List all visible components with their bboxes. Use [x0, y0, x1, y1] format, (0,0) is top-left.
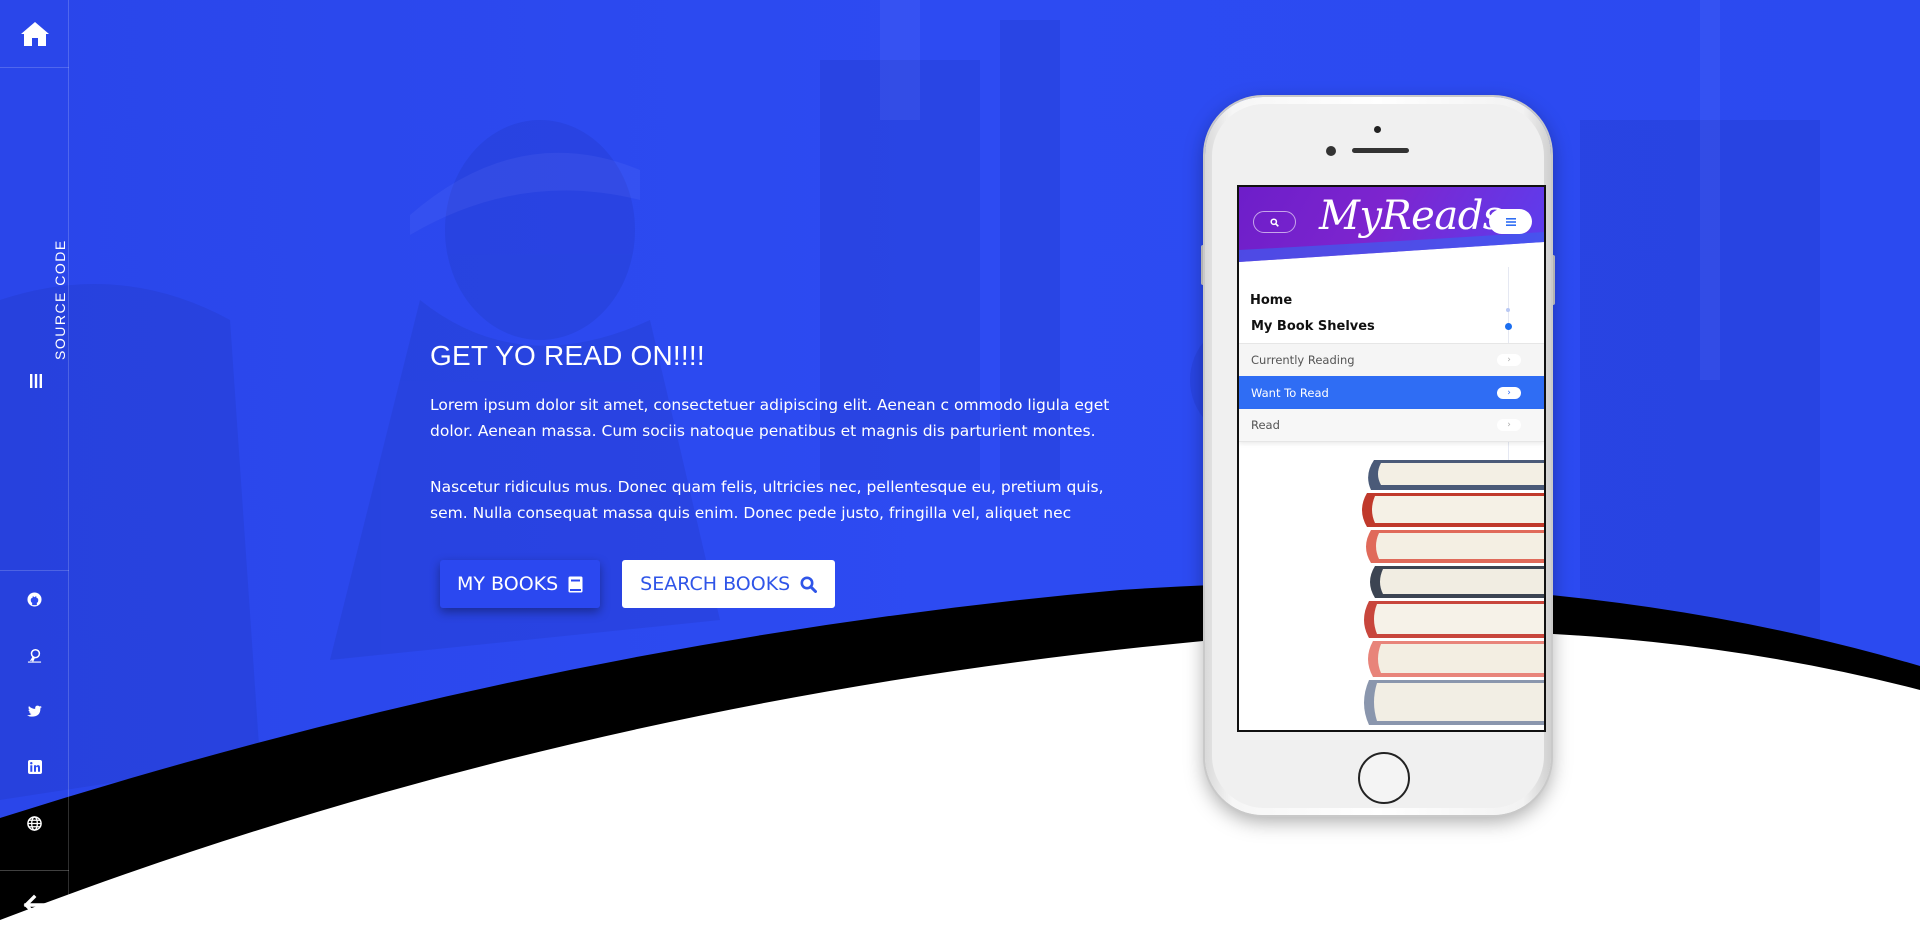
phone-home-button[interactable] — [1358, 752, 1410, 804]
book-icon — [568, 576, 583, 593]
phone-screen: MyReads Home My Book Shelves Currently R… — [1237, 185, 1546, 732]
linkedin-icon — [27, 760, 42, 774]
home-button[interactable] — [0, 0, 69, 68]
my-books-button[interactable]: MY BOOKS — [440, 560, 601, 608]
menu-icon — [1505, 217, 1516, 226]
app-nav-home[interactable]: Home — [1250, 293, 1292, 308]
app-header: MyReads — [1239, 187, 1544, 272]
source-code-label: SOURCE CODE — [52, 239, 68, 360]
back-button[interactable] — [0, 870, 69, 938]
app-logo: MyReads — [1319, 193, 1503, 239]
search-books-label: SEARCH BOOKS — [640, 573, 791, 595]
codepen-link[interactable] — [0, 627, 69, 683]
source-code-link[interactable]: SOURCE CODE — [16, 239, 68, 390]
website-link[interactable] — [0, 795, 69, 851]
phone-front-camera — [1326, 146, 1336, 156]
shelf-item-want-to-read[interactable]: Want To Read › — [1239, 376, 1544, 409]
my-books-label: MY BOOKS — [457, 573, 559, 595]
home-icon — [20, 21, 49, 46]
twitter-icon — [27, 705, 42, 717]
shelf-item-label: Read — [1251, 418, 1280, 432]
shelf-item-label: Want To Read — [1251, 385, 1329, 400]
hero-content: GET YO READ ON!!!! Lorem ipsum dolor sit… — [430, 340, 1110, 608]
app-menu-button[interactable] — [1489, 209, 1532, 234]
hero-buttons: MY BOOKS SEARCH BOOKS — [440, 560, 836, 608]
phone-camera — [1374, 126, 1381, 133]
phone-mockup: MyReads Home My Book Shelves Currently R… — [1193, 95, 1568, 825]
twitter-link[interactable] — [0, 683, 69, 739]
linkedin-link[interactable] — [0, 739, 69, 795]
search-icon — [800, 576, 818, 593]
shelf-item-currently-reading[interactable]: Currently Reading › — [1239, 343, 1544, 376]
github-link[interactable] — [0, 571, 69, 627]
hero-title: GET YO READ ON!!!! — [430, 340, 705, 371]
github-icon — [27, 591, 42, 607]
hero-paragraph-2: Nascetur ridiculus mus. Donec quam felis… — [430, 478, 1104, 522]
hero-paragraph-1: Lorem ipsum dolor sit amet, consectetuer… — [430, 396, 1110, 440]
ribbon-icon — [27, 648, 42, 663]
left-sidebar: SOURCE CODE — [0, 0, 69, 938]
social-links — [0, 570, 69, 851]
chevron-right-icon: › — [1497, 354, 1521, 366]
arrow-left-icon — [23, 894, 48, 915]
shelf-item-read[interactable]: Read › — [1239, 409, 1544, 442]
app-search-icon — [1270, 217, 1279, 227]
book-stack-image — [1362, 460, 1544, 725]
shelf-item-label: Currently Reading — [1251, 353, 1355, 367]
bars-icon — [30, 374, 42, 388]
nav-dot — [1506, 308, 1510, 312]
chevron-right-icon: › — [1497, 419, 1521, 431]
nav-dot-active — [1505, 323, 1512, 330]
globe-icon — [27, 815, 42, 831]
app-search-button[interactable] — [1253, 211, 1296, 233]
chevron-right-icon: › — [1497, 386, 1521, 399]
app-nav-shelves-title[interactable]: My Book Shelves — [1251, 319, 1375, 334]
phone-speaker — [1352, 148, 1409, 153]
search-books-button[interactable]: SEARCH BOOKS — [622, 560, 836, 608]
phone-body: MyReads Home My Book Shelves Currently R… — [1205, 97, 1551, 815]
